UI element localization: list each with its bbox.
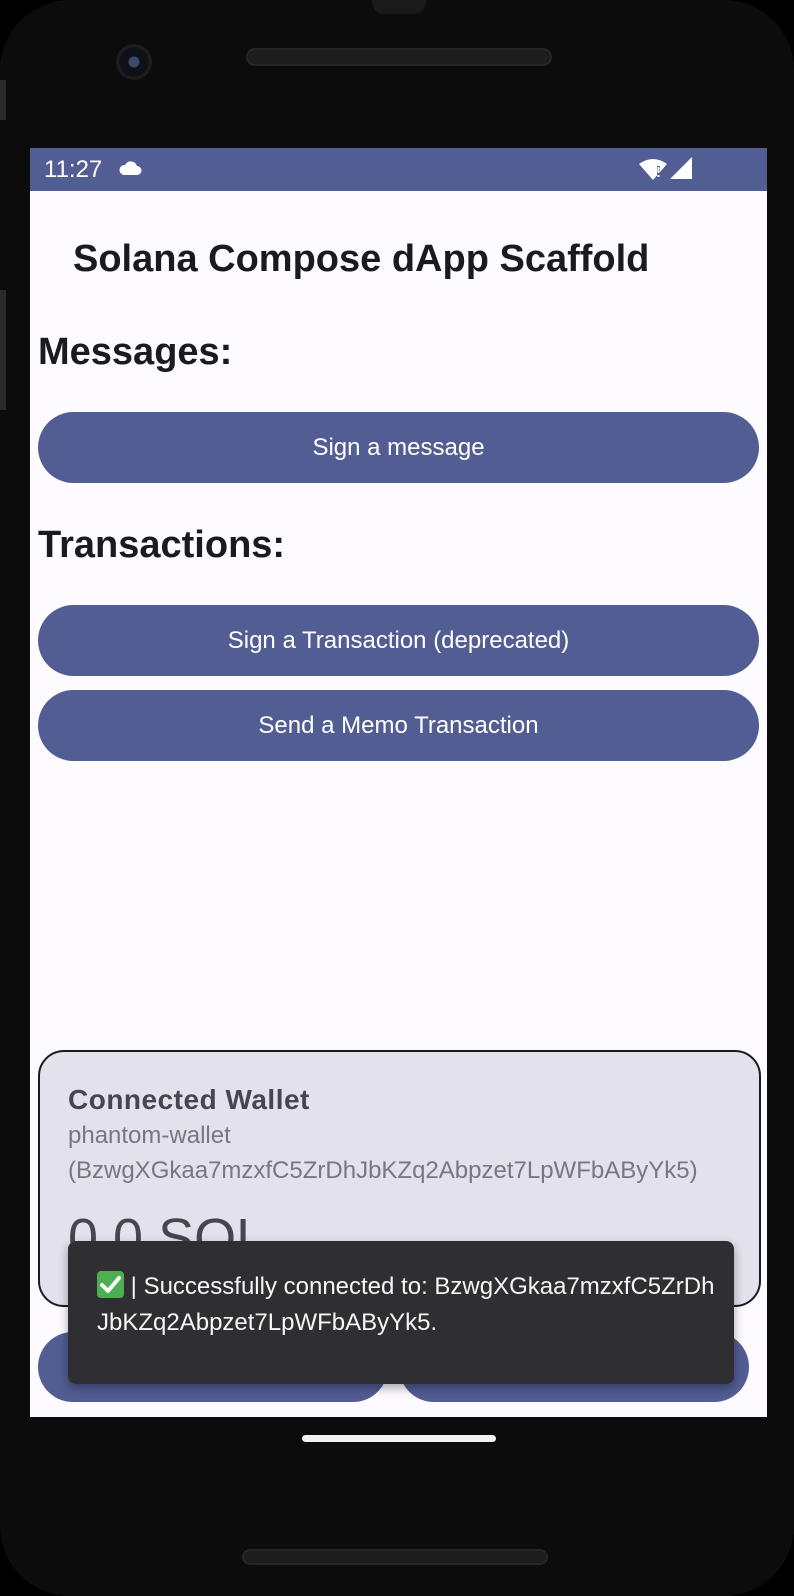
toast-message-text: | Successfully connected to: BzwgXGkaa7m… [97,1273,715,1336]
wallet-name: phantom-wallet [68,1122,231,1149]
wallet-heading: Connected Wallet [68,1084,310,1115]
wallet-address: (BzwgXGkaa7mzxfC5ZrDhJbKZq2Abpzet7LpWFbA… [68,1157,698,1184]
transactions-heading: Transactions: [38,524,286,566]
check-icon [97,1271,124,1298]
phone-notch [372,0,426,14]
phone-side-button [0,80,6,120]
bottom-speaker [242,1549,548,1565]
signal-icon [670,157,692,184]
front-camera [116,44,152,80]
toast-notification: | Successfully connected to: BzwgXGkaa7m… [68,1241,734,1384]
status-time: 11:27 [44,156,103,183]
wifi-icon [638,158,668,187]
cloud-icon [118,160,142,181]
messages-heading: Messages: [38,331,233,373]
phone-volume-button [0,290,6,410]
toast-message: | Successfully connected to: BzwgXGkaa7m… [97,1269,717,1341]
app-screen: 11:27 Solana Compose dApp Scaffold Messa… [30,148,767,1417]
send-memo-transaction-button[interactable]: Send a Memo Transaction [38,690,759,761]
earpiece-speaker [246,48,552,66]
sign-message-button[interactable]: Sign a message [38,412,759,483]
status-bar: 11:27 [30,148,767,191]
gesture-nav-handle[interactable] [302,1435,496,1442]
app-title: Solana Compose dApp Scaffold [73,238,650,280]
phone-frame: 11:27 Solana Compose dApp Scaffold Messa… [0,0,794,1596]
sign-transaction-button[interactable]: Sign a Transaction (deprecated) [38,605,759,676]
